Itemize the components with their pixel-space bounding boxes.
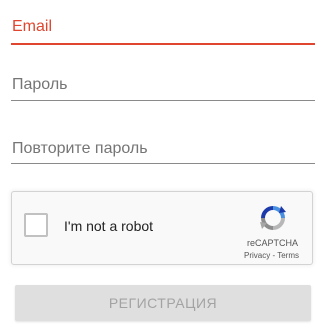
password-repeat-field-underline (11, 163, 315, 164)
recaptcha-terms-link[interactable]: Terms (277, 251, 299, 260)
register-button[interactable]: РЕГИСТРАЦИЯ (15, 285, 311, 321)
email-input[interactable] (11, 5, 315, 45)
recaptcha-brand-text: reCAPTCHA (246, 238, 298, 248)
recaptcha-privacy-link[interactable]: Privacy (244, 251, 270, 260)
email-field-underline (11, 43, 315, 45)
registration-form: Email Пароль Повторите пароль I'm not a … (0, 0, 325, 331)
email-field[interactable]: Email (11, 5, 315, 45)
password-input[interactable] (11, 61, 315, 101)
recaptcha-widget: I'm not a robot reCAPTCHA Privacy - Term… (11, 191, 313, 265)
recaptcha-logo-icon (260, 206, 286, 230)
password-field-underline (11, 100, 315, 101)
password-repeat-field[interactable]: Повторите пароль (11, 124, 315, 164)
recaptcha-links: Privacy - Terms (244, 251, 299, 260)
recaptcha-checkbox-label: I'm not a robot (64, 218, 154, 234)
password-field[interactable]: Пароль (11, 61, 315, 101)
password-repeat-input[interactable] (11, 124, 315, 164)
recaptcha-checkbox[interactable] (24, 213, 48, 237)
